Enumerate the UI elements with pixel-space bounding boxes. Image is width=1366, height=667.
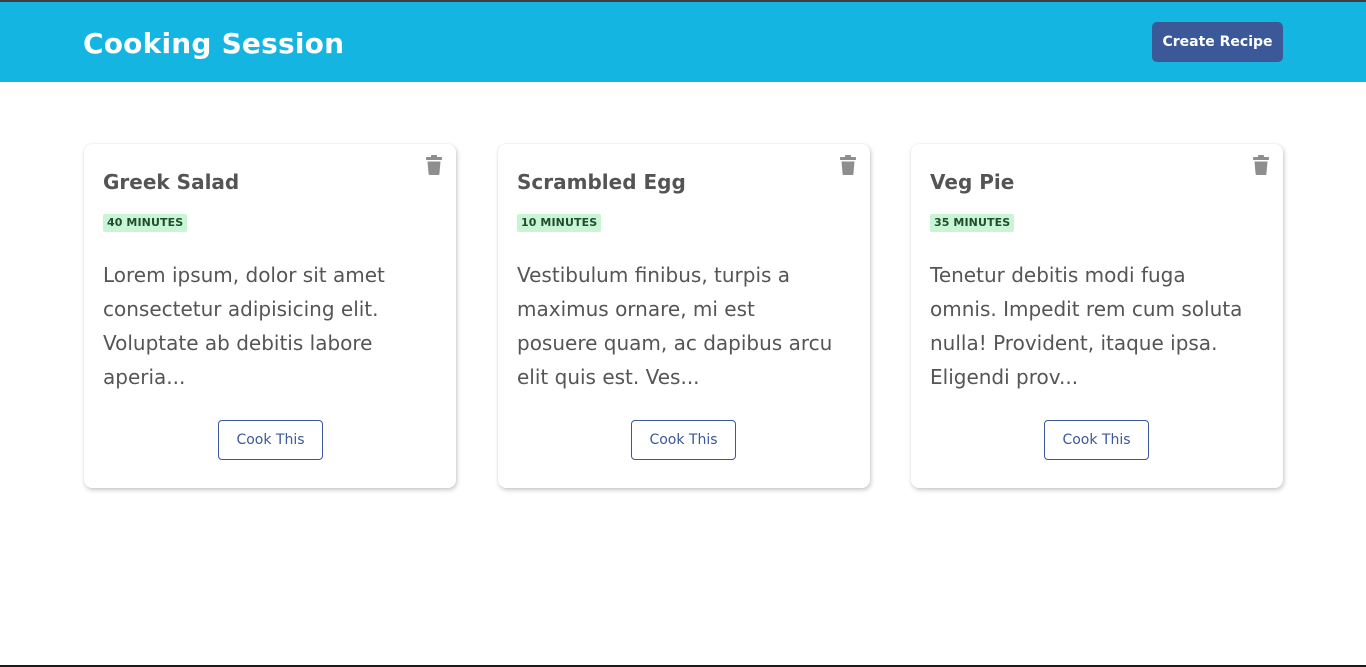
recipe-title: Scrambled Egg (517, 170, 686, 194)
cook-time-badge: 10 MINUTES (517, 214, 602, 232)
recipe-card-list: Greek Salad 40 MINUTES Lorem ipsum, dolo… (84, 144, 1284, 488)
trash-icon[interactable] (840, 155, 856, 177)
cook-this-button[interactable]: Cook This (218, 420, 323, 460)
recipe-title: Veg Pie (930, 170, 1015, 194)
top-navbar: Cooking Session Create Recipe (0, 2, 1366, 82)
recipe-card: Scrambled Egg 10 MINUTES Vestibulum fini… (498, 144, 870, 488)
cook-time-badge: 40 MINUTES (103, 214, 188, 232)
cook-this-button[interactable]: Cook This (631, 420, 736, 460)
app-title: Cooking Session (83, 27, 345, 60)
trash-icon[interactable] (1253, 155, 1269, 177)
recipe-card: Greek Salad 40 MINUTES Lorem ipsum, dolo… (84, 144, 456, 488)
cook-time-badge: 35 MINUTES (930, 214, 1015, 232)
create-recipe-button[interactable]: Create Recipe (1152, 22, 1283, 62)
recipe-description: Vestibulum finibus, turpis a maximus orn… (517, 263, 833, 389)
recipe-description: Tenetur debitis modi fuga omnis. Impedit… (930, 263, 1243, 389)
cook-this-button[interactable]: Cook This (1044, 420, 1149, 460)
recipe-title: Greek Salad (103, 170, 240, 194)
trash-icon[interactable] (426, 155, 442, 177)
recipe-description: Lorem ipsum, dolor sit amet consectetur … (103, 263, 385, 389)
recipe-card: Veg Pie 35 MINUTES Tenetur debitis modi … (911, 144, 1283, 488)
